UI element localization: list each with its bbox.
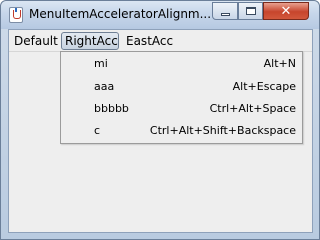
menu-item-label: bbbbb xyxy=(94,102,129,115)
menu-item-c[interactable]: c Ctrl+Alt+Shift+Backspace xyxy=(62,120,301,142)
menu-item-label: mi xyxy=(94,57,108,70)
app-window: MenuItemAcceleratorAlignm... ✕ Default R… xyxy=(0,0,320,240)
rightacc-popup-menu: mi Alt+N aaa Alt+Escape bbbbb Ctrl+Alt+S… xyxy=(60,51,303,144)
close-icon: ✕ xyxy=(280,3,292,19)
menu-item-bbbbb[interactable]: bbbbb Ctrl+Alt+Space xyxy=(62,98,301,120)
menu-item-label: c xyxy=(94,124,101,137)
close-button[interactable]: ✕ xyxy=(263,2,309,20)
menu-eastacc[interactable]: EastAcc xyxy=(122,32,177,50)
menu-item-accelerator: Ctrl+Alt+Space xyxy=(209,102,296,115)
menu-item-label: aaa xyxy=(94,80,115,93)
menu-rightacc[interactable]: RightAcc xyxy=(61,32,119,50)
menu-bar: Default RightAcc EastAcc xyxy=(9,30,312,52)
menu-item-accelerator: Alt+Escape xyxy=(232,80,296,93)
title-bar[interactable]: MenuItemAcceleratorAlignm... ✕ xyxy=(1,1,319,29)
maximize-button[interactable] xyxy=(238,2,263,20)
minimize-button[interactable] xyxy=(212,2,238,20)
menu-item-accelerator: Ctrl+Alt+Shift+Backspace xyxy=(149,124,296,137)
menu-item-mi[interactable]: mi Alt+N xyxy=(62,53,301,75)
java-app-icon xyxy=(9,7,23,23)
menu-default[interactable]: Default xyxy=(10,32,62,50)
menu-item-aaa[interactable]: aaa Alt+Escape xyxy=(62,76,301,98)
window-title: MenuItemAcceleratorAlignm... xyxy=(29,7,211,21)
menu-item-accelerator: Alt+N xyxy=(263,57,296,70)
minimize-icon xyxy=(220,12,230,16)
maximize-icon xyxy=(245,7,256,15)
